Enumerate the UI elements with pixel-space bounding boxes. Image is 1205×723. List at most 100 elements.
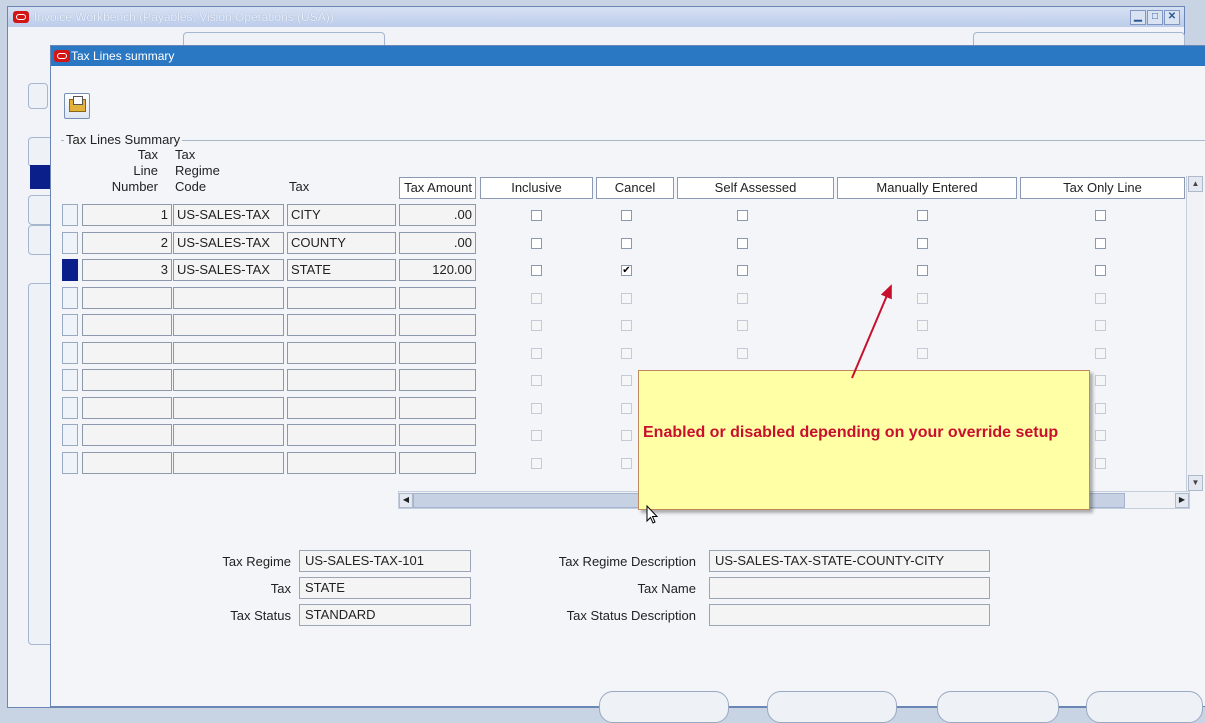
inclusive-checkbox[interactable] [531, 403, 542, 414]
maximize-icon[interactable]: □ [1147, 10, 1163, 25]
inclusive-checkbox[interactable] [531, 458, 542, 469]
self-assessed-checkbox[interactable] [737, 265, 748, 276]
line-number-cell[interactable] [82, 424, 172, 446]
tax-name-field[interactable] [709, 577, 990, 599]
row-indicator[interactable] [62, 314, 78, 336]
scroll-up-icon[interactable]: ▲ [1188, 176, 1203, 192]
tax-cell[interactable] [287, 369, 396, 391]
outer-toolbar-button[interactable] [28, 83, 48, 109]
line-number-cell[interactable] [82, 287, 172, 309]
manual-checkbox[interactable] [917, 238, 928, 249]
row-indicator[interactable] [62, 342, 78, 364]
line-number-cell[interactable]: 2 [82, 232, 172, 254]
line-number-cell[interactable] [82, 342, 172, 364]
tax-only-checkbox[interactable] [1095, 375, 1106, 386]
tax-only-checkbox[interactable] [1095, 293, 1106, 304]
tax-status-field[interactable]: STANDARD [299, 604, 471, 626]
regime-code-cell[interactable]: US-SALES-TAX [173, 259, 284, 281]
bottom-button-1[interactable] [599, 691, 729, 723]
self-assessed-checkbox[interactable] [737, 348, 748, 359]
tax-only-checkbox[interactable] [1095, 320, 1106, 331]
regime-code-cell[interactable] [173, 342, 284, 364]
inclusive-checkbox[interactable] [531, 320, 542, 331]
cancel-checkbox[interactable] [621, 348, 632, 359]
row-indicator[interactable] [62, 287, 78, 309]
cancel-checkbox[interactable] [621, 293, 632, 304]
tax-amount-cell[interactable] [399, 424, 476, 446]
row-indicator[interactable] [62, 452, 78, 474]
tax-amount-cell[interactable] [399, 342, 476, 364]
manual-checkbox[interactable] [917, 210, 928, 221]
tax-only-checkbox[interactable] [1095, 403, 1106, 414]
regime-code-cell[interactable] [173, 369, 284, 391]
tax-cell[interactable] [287, 397, 396, 419]
regime-code-cell[interactable] [173, 397, 284, 419]
cancel-checkbox[interactable]: ✔ [621, 265, 632, 276]
cancel-checkbox[interactable] [621, 320, 632, 331]
cancel-checkbox[interactable] [621, 238, 632, 249]
regime-code-cell[interactable] [173, 287, 284, 309]
tax-amount-cell[interactable] [399, 287, 476, 309]
tax-amount-cell[interactable] [399, 452, 476, 474]
tax-cell[interactable]: STATE [287, 259, 396, 281]
tax-cell[interactable] [287, 424, 396, 446]
cancel-checkbox[interactable] [621, 375, 632, 386]
inclusive-checkbox[interactable] [531, 210, 542, 221]
tax-amount-cell[interactable] [399, 369, 476, 391]
line-number-cell[interactable] [82, 397, 172, 419]
regime-code-cell[interactable] [173, 452, 284, 474]
inclusive-checkbox[interactable] [531, 375, 542, 386]
tax-cell[interactable]: COUNTY [287, 232, 396, 254]
tax-only-checkbox[interactable] [1095, 430, 1106, 441]
inclusive-checkbox[interactable] [531, 348, 542, 359]
line-number-cell[interactable]: 1 [82, 204, 172, 226]
inclusive-checkbox[interactable] [531, 430, 542, 441]
manual-checkbox[interactable] [917, 265, 928, 276]
cancel-checkbox[interactable] [621, 403, 632, 414]
line-number-cell[interactable] [82, 314, 172, 336]
tax-amount-cell[interactable]: .00 [399, 204, 476, 226]
tax-only-checkbox[interactable] [1095, 348, 1106, 359]
regime-code-cell[interactable] [173, 424, 284, 446]
line-number-cell[interactable] [82, 452, 172, 474]
close-icon[interactable]: ✕ [1164, 10, 1180, 25]
cancel-checkbox[interactable] [621, 430, 632, 441]
regime-code-cell[interactable]: US-SALES-TAX [173, 232, 284, 254]
row-indicator[interactable] [62, 232, 78, 254]
line-number-cell[interactable]: 3 [82, 259, 172, 281]
inclusive-checkbox[interactable] [531, 293, 542, 304]
cancel-checkbox[interactable] [621, 210, 632, 221]
cancel-checkbox[interactable] [621, 458, 632, 469]
tax-regime-field[interactable]: US-SALES-TAX-101 [299, 550, 471, 572]
status-description-field[interactable] [709, 604, 990, 626]
bottom-button-4[interactable] [1086, 691, 1203, 723]
tax-only-checkbox[interactable] [1095, 458, 1106, 469]
tax-cell[interactable]: CITY [287, 204, 396, 226]
row-indicator[interactable] [62, 397, 78, 419]
tax-only-checkbox[interactable] [1095, 238, 1106, 249]
self-assessed-checkbox[interactable] [737, 210, 748, 221]
bottom-button-2[interactable] [767, 691, 897, 723]
tax-cell[interactable] [287, 287, 396, 309]
row-indicator[interactable] [62, 259, 78, 281]
tax-field[interactable]: STATE [299, 577, 471, 599]
minimize-icon[interactable]: ▁ [1130, 10, 1146, 25]
inclusive-checkbox[interactable] [531, 265, 542, 276]
self-assessed-checkbox[interactable] [737, 238, 748, 249]
tax-only-checkbox[interactable] [1095, 210, 1106, 221]
manual-checkbox[interactable] [917, 348, 928, 359]
line-number-cell[interactable] [82, 369, 172, 391]
row-indicator[interactable] [62, 424, 78, 446]
tax-amount-cell[interactable] [399, 314, 476, 336]
tax-only-checkbox[interactable] [1095, 265, 1106, 276]
tax-amount-cell[interactable]: 120.00 [399, 259, 476, 281]
vertical-scrollbar[interactable]: ▲ ▼ [1186, 176, 1203, 491]
manual-checkbox[interactable] [917, 320, 928, 331]
tax-cell[interactable] [287, 452, 396, 474]
regime-code-cell[interactable] [173, 314, 284, 336]
manual-checkbox[interactable] [917, 293, 928, 304]
tax-cell[interactable] [287, 314, 396, 336]
tax-cell[interactable] [287, 342, 396, 364]
self-assessed-checkbox[interactable] [737, 293, 748, 304]
outer-title-bar[interactable]: Invoice Workbench (Payables, Vision Oper… [8, 7, 1184, 27]
